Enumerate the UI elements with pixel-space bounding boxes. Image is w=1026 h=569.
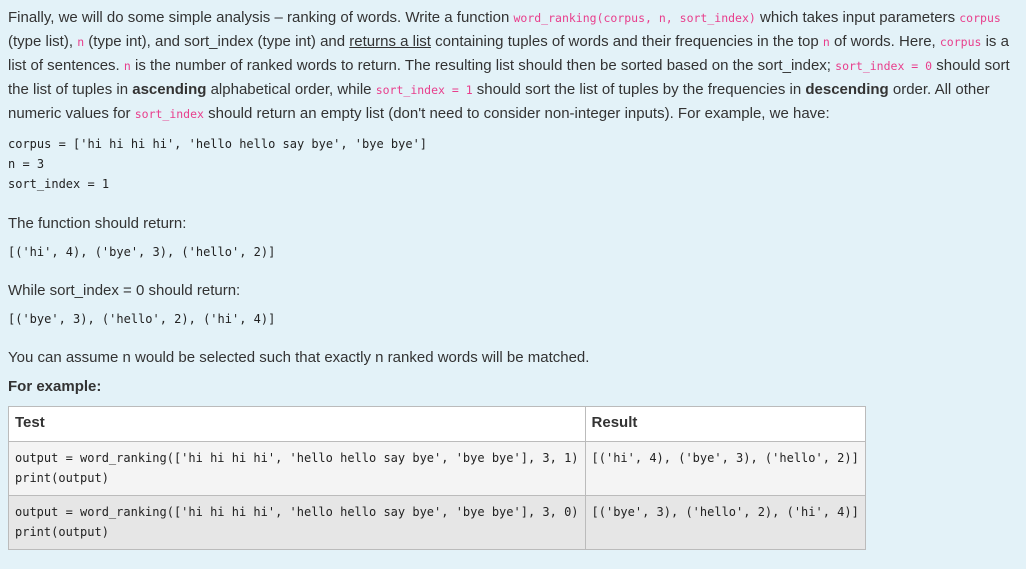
n-code: n	[123, 59, 131, 73]
intro-text: of words. Here,	[829, 33, 940, 50]
intro-text: (type list),	[8, 33, 78, 50]
code-line: corpus = ['hi hi hi hi', 'hello hello sa…	[8, 137, 428, 151]
table-header-row: Test Result	[8, 406, 866, 442]
intro-text: should sort the list of tuples by the fr…	[472, 81, 806, 98]
question-content: Finally, we will do some simple analysis…	[0, 0, 1026, 550]
intro-paragraph: Finally, we will do some simple analysis…	[8, 6, 1018, 126]
intro-text: (type int), and sort_index (type int) an…	[84, 33, 350, 50]
descending-emphasis: descending	[805, 81, 889, 98]
for-example-heading: For example:	[8, 378, 102, 395]
corpus-code: corpus	[939, 35, 982, 49]
intro-text: alphabetical order, while	[206, 81, 376, 98]
example-code-block: corpus = ['hi hi hi hi', 'hello hello sa…	[8, 134, 1018, 194]
code-line: sort_index = 1	[8, 177, 110, 191]
corpus-code: corpus	[959, 11, 1001, 25]
intro-text: is the number of ranked words to return.…	[130, 57, 836, 74]
intro-text: which takes input parameters	[755, 9, 960, 26]
n-code: n	[822, 35, 830, 49]
intro-text: containing tuples of words and their fre…	[430, 33, 823, 50]
sort-index-code: sort_index	[134, 107, 204, 121]
assume-text: You can assume n would be selected such …	[8, 349, 590, 366]
test-cell[interactable]: output = word_ranking(['hi hi hi hi', 'h…	[8, 441, 586, 496]
test-cases-table: Test Result output = word_ranking(['hi h…	[8, 406, 866, 550]
column-header-result: Result	[584, 406, 866, 442]
code-line: n = 3	[8, 157, 45, 171]
result-cell[interactable]: [('hi', 4), ('bye', 3), ('hello', 2)]	[584, 441, 866, 496]
table-row: output = word_ranking(['hi hi hi hi', 'h…	[8, 441, 866, 496]
intro-text: should return an empty list (don't need …	[203, 105, 830, 122]
return-value: [('hi', 4), ('bye', 3), ('hello', 2)]	[8, 245, 276, 259]
test-cell[interactable]: output = word_ranking(['hi hi hi hi', 'h…	[8, 495, 586, 550]
column-header-test: Test	[8, 406, 586, 442]
table-row: output = word_ranking(['hi hi hi hi', 'h…	[8, 495, 866, 550]
while-text: While sort_index = 0 should return:	[8, 282, 241, 299]
returns-a-list-emphasis: returns a list	[349, 33, 431, 50]
result-cell[interactable]: [('bye', 3), ('hello', 2), ('hi', 4)]	[584, 495, 866, 550]
intro-text: Finally, we will do some simple analysis…	[8, 9, 514, 26]
return-text: The function should return:	[8, 215, 187, 232]
function-signature-code: word_ranking(corpus, n, sort_index)	[513, 11, 756, 25]
ascending-emphasis: ascending	[132, 81, 207, 98]
sort-index-1-code: sort_index = 1	[375, 83, 473, 97]
while-value: [('bye', 3), ('hello', 2), ('hi', 4)]	[8, 312, 276, 326]
sort-index-0-code: sort_index = 0	[835, 59, 933, 73]
